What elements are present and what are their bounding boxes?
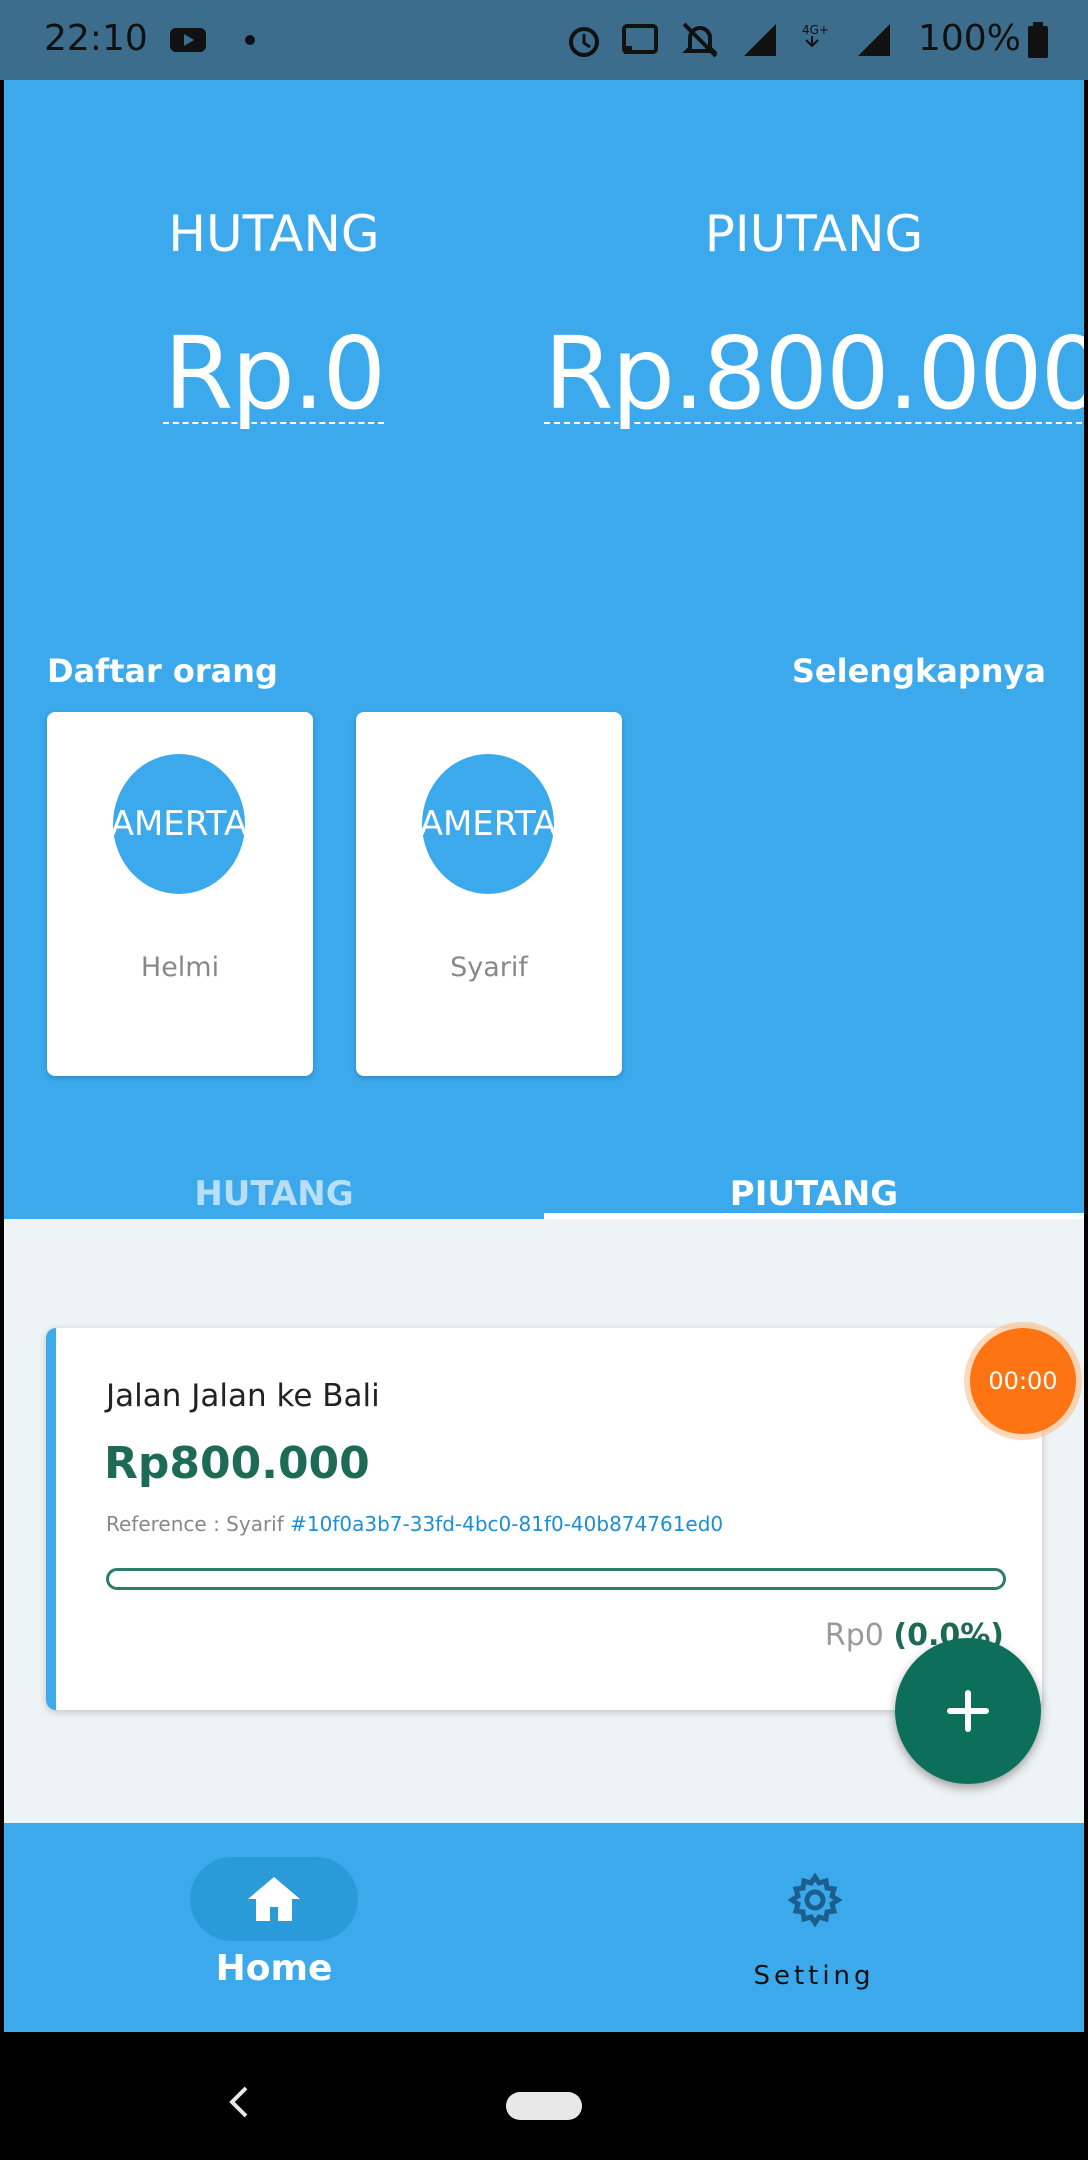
payment-progress-bar [106, 1568, 1006, 1590]
4g-signal-icon: 4G+ [802, 23, 829, 48]
youtube-icon [170, 28, 206, 52]
paid-value: Rp0 [824, 1618, 884, 1653]
gear-icon [788, 1873, 842, 1927]
home-pill[interactable] [506, 2092, 582, 2120]
timer-badge[interactable]: 00:00 [970, 1328, 1076, 1434]
person-card-helmi[interactable]: AMERTA Helmi [47, 712, 313, 1076]
nav-setting-label: Setting [753, 1961, 875, 1991]
system-navigation-bar [0, 2032, 1088, 2160]
signal-icon-2 [858, 24, 890, 56]
cast-icon [622, 24, 658, 54]
dot-icon [245, 35, 255, 45]
svg-text:4G+: 4G+ [802, 23, 829, 37]
home-icon [248, 1877, 300, 1921]
reference-id: #10f0a3b7-33fd-4bc0-81f0-40b874761ed0 [290, 1512, 724, 1536]
alarm-icon [569, 27, 599, 57]
piutang-summary-value[interactable]: Rp.800.000 [544, 315, 1084, 432]
hutang-summary-label: HUTANG [168, 205, 380, 263]
app-screen: HUTANG Rp.0 PIUTANG Rp.800.000 Daftar or… [4, 80, 1084, 2032]
battery-icon [1028, 22, 1048, 58]
reference-label: Reference : Syarif [106, 1512, 284, 1536]
nav-home[interactable]: Home [4, 1823, 544, 2032]
status-time: 22:10 [44, 18, 148, 59]
bottom-navigation: Home Setting [4, 1823, 1084, 2032]
see-more-link[interactable]: Selengkapnya [792, 652, 1046, 690]
nav-home-pill [190, 1857, 358, 1941]
hutang-summary-value[interactable]: Rp.0 [4, 315, 544, 432]
plus-icon [947, 1690, 989, 1732]
person-name: Helmi [140, 952, 220, 983]
person-card-syarif[interactable]: AMERTA Syarif [356, 712, 622, 1076]
person-name: Syarif [450, 952, 528, 983]
status-bar: 22:10 4G+ 100% [0, 0, 1088, 80]
avatar: AMERTA [113, 754, 245, 894]
avatar: AMERTA [422, 754, 554, 894]
debt-amount: Rp800.000 [104, 1438, 370, 1489]
back-icon[interactable] [222, 2082, 258, 2122]
people-list-title: Daftar orang [47, 652, 278, 690]
notifications-off-icon [682, 22, 718, 58]
piutang-summary-label: PIUTANG [704, 205, 924, 263]
debt-card[interactable]: Jalan Jalan ke Bali Rp800.000 Reference … [46, 1328, 1042, 1710]
add-button[interactable] [895, 1638, 1041, 1784]
nav-home-label: Home [215, 1948, 333, 1989]
nav-setting[interactable]: Setting [544, 1823, 1084, 2032]
signal-icon [744, 24, 776, 56]
debt-reference: Reference : Syarif #10f0a3b7-33fd-4bc0-8… [106, 1512, 723, 1536]
debt-title: Jalan Jalan ke Bali [106, 1378, 380, 1414]
battery-percent: 100% [918, 18, 1021, 59]
